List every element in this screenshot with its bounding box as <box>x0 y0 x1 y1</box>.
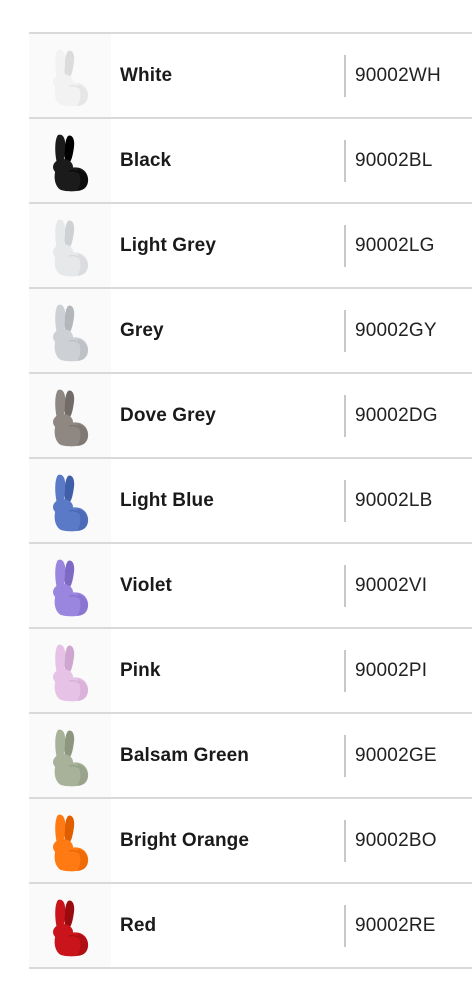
column-divider <box>344 905 346 947</box>
rabbit-chair-icon <box>29 374 111 457</box>
variant-row: Light Grey 90002LG <box>29 204 472 289</box>
column-divider <box>344 480 346 522</box>
variant-code: 90002GE <box>355 745 437 766</box>
variant-row: Violet 90002VI <box>29 544 472 629</box>
variant-name: Red <box>120 915 157 936</box>
variant-row: Light Blue 90002LB <box>29 459 472 544</box>
rabbit-chair-icon <box>29 119 111 202</box>
variant-code: 90002VI <box>355 575 428 596</box>
rabbit-chair-icon <box>29 204 111 287</box>
column-divider <box>344 55 346 97</box>
column-divider <box>344 820 346 862</box>
variant-name: Balsam Green <box>120 745 249 766</box>
rabbit-chair-icon <box>29 289 111 372</box>
variant-name: Bright Orange <box>120 830 250 851</box>
variant-code: 90002GY <box>355 320 437 341</box>
column-divider <box>344 650 346 692</box>
column-divider <box>344 735 346 777</box>
rabbit-chair-icon <box>29 544 111 627</box>
variant-name: Violet <box>120 575 172 596</box>
variant-row: White 90002WH <box>29 34 472 119</box>
variant-code: 90002PI <box>355 660 428 681</box>
variant-row: Red 90002RE <box>29 884 472 969</box>
column-divider <box>344 310 346 352</box>
variant-name: Pink <box>120 660 161 681</box>
variant-code: 90002BO <box>355 830 437 851</box>
variant-name: Light Blue <box>120 490 214 511</box>
variant-row: Balsam Green 90002GE <box>29 714 472 799</box>
rabbit-chair-icon <box>29 629 111 712</box>
variant-name: Grey <box>120 320 164 341</box>
variant-row: Dove Grey 90002DG <box>29 374 472 459</box>
variant-name: Dove Grey <box>120 405 216 426</box>
variant-code: 90002WH <box>355 65 441 86</box>
variant-code: 90002RE <box>355 915 436 936</box>
column-divider <box>344 140 346 182</box>
variant-row: Grey 90002GY <box>29 289 472 374</box>
variant-code: 90002DG <box>355 405 438 426</box>
variant-row: Bright Orange 90002BO <box>29 799 472 884</box>
variant-name: Black <box>120 150 172 171</box>
color-variant-table: White 90002WH Black 90002BL Light Grey 9… <box>29 32 472 969</box>
rabbit-chair-icon <box>29 34 111 117</box>
variant-code: 90002LB <box>355 490 433 511</box>
column-divider <box>344 395 346 437</box>
variant-code: 90002LG <box>355 235 435 256</box>
variant-name: Light Grey <box>120 235 217 256</box>
variant-name: White <box>120 65 173 86</box>
variant-row: Black 90002BL <box>29 119 472 204</box>
variant-row: Pink 90002PI <box>29 629 472 714</box>
rabbit-chair-icon <box>29 459 111 542</box>
rabbit-chair-icon <box>29 884 111 967</box>
rabbit-chair-icon <box>29 799 111 882</box>
variant-code: 90002BL <box>355 150 433 171</box>
column-divider <box>344 225 346 267</box>
rabbit-chair-icon <box>29 714 111 797</box>
column-divider <box>344 565 346 607</box>
